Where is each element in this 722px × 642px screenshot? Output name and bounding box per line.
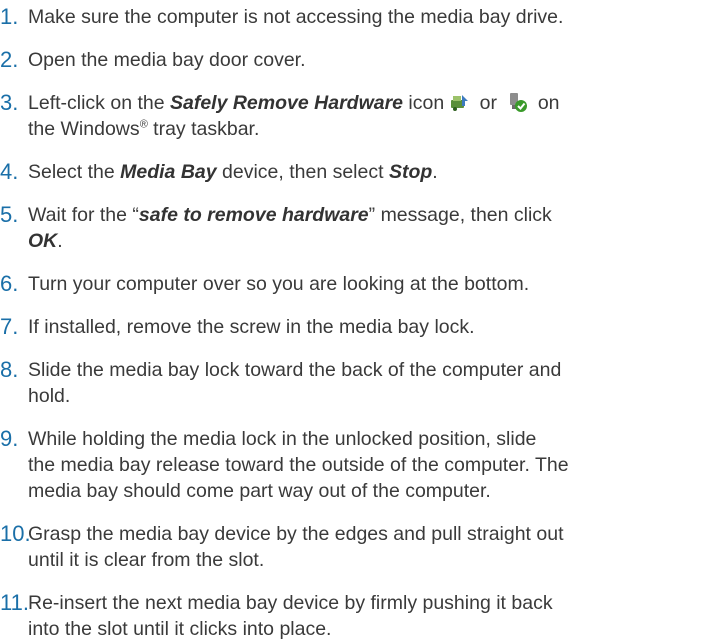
step-text: Grasp the media bay device by the edges … <box>28 523 564 545</box>
emphasis-text: OK <box>28 230 58 252</box>
emphasis-text: Stop <box>388 161 433 183</box>
step-text: Open the media bay door cover. <box>28 49 306 71</box>
step-text: Wait for the “safe to remove hardware” m… <box>28 204 552 226</box>
usb-plug-check-icon <box>506 91 528 113</box>
emphasis-text: Media Bay <box>120 161 217 183</box>
step-text: Slide the media bay lock toward the back… <box>28 359 562 381</box>
step-text-line2: into the slot until it clicks into place… <box>28 618 332 640</box>
step-text: Re-insert the next media bay device by f… <box>28 592 553 614</box>
step-text-line2: until it is clear from the slot. <box>28 549 265 571</box>
step-text: If installed, remove the screw in the me… <box>28 316 475 338</box>
step-text: Select the Media Bay device, then select… <box>28 161 438 183</box>
step-number: 3. <box>0 90 19 115</box>
step-number: 9. <box>0 426 19 451</box>
step-number: 2. <box>0 47 19 72</box>
step-number: 8. <box>0 357 19 382</box>
step-5: 5. Wait for the “safe to remove hardware… <box>0 202 722 254</box>
emphasis-text: safe to remove hardware <box>138 204 369 226</box>
step-text-line2: the media bay release toward the outside… <box>28 454 569 476</box>
step-number: 10. <box>0 521 31 546</box>
step-text-line2: OK. <box>28 230 63 252</box>
step-number: 7. <box>0 314 19 339</box>
step-8: 8. Slide the media bay lock toward the b… <box>0 357 722 409</box>
safely-remove-hardware-icon <box>448 91 470 113</box>
step-text: Turn your computer over so you are looki… <box>28 273 530 295</box>
step-text-line2: hold. <box>28 385 71 407</box>
step-number: 5. <box>0 202 19 227</box>
emphasis-text: Safely Remove Hardware <box>169 92 404 114</box>
step-text: Left-click on the Safely Remove Hardware… <box>28 91 560 114</box>
step-number: 4. <box>0 159 19 184</box>
step-number: 6. <box>0 271 19 296</box>
step-text: While holding the media lock in the unlo… <box>28 428 537 450</box>
step-text-line3: media bay should come part way out of th… <box>28 480 491 502</box>
step-3: 3. Left-click on the Safely Remove Hardw… <box>0 90 722 142</box>
step-text-line2: the Windows® tray taskbar. <box>28 118 260 140</box>
step-number: 11. <box>0 590 29 615</box>
step-10: 10. Grasp the media bay device by the ed… <box>0 521 722 573</box>
step-number: 1. <box>0 4 19 29</box>
step-11: 11. Re-insert the next media bay device … <box>0 590 722 642</box>
step-text: Make sure the computer is not accessing … <box>28 6 564 28</box>
step-9: 9. While holding the media lock in the u… <box>0 426 722 504</box>
